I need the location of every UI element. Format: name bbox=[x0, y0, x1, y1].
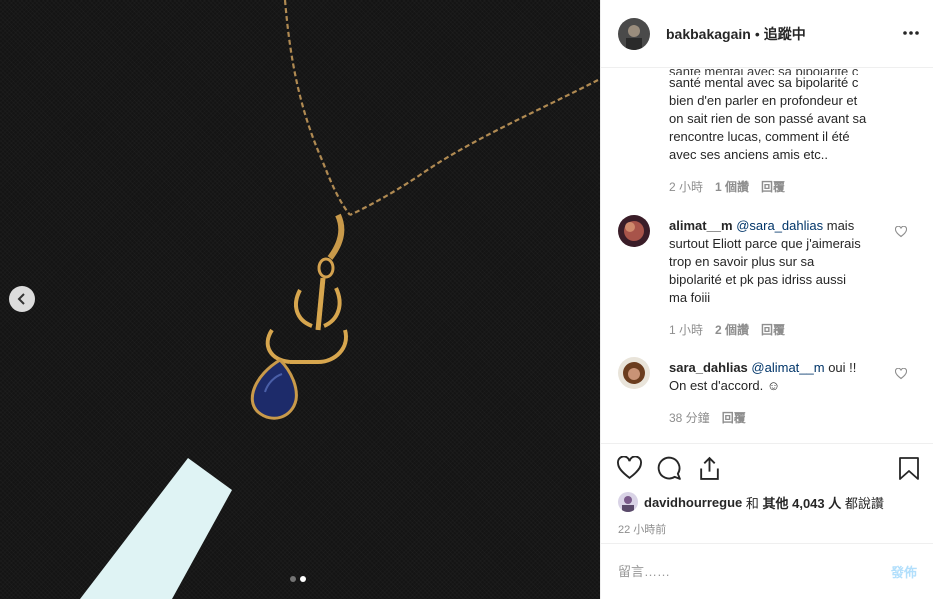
post-comment-button[interactable]: 發佈 bbox=[891, 562, 917, 581]
carousel-dot bbox=[290, 576, 296, 582]
save-button[interactable] bbox=[898, 456, 920, 486]
avatar[interactable] bbox=[618, 357, 650, 389]
comment-line: bien d'en parler en profondeur et bbox=[669, 93, 858, 108]
comment-item: sara_dahlias @alimat__m oui !! On est d'… bbox=[669, 359, 884, 426]
post-sidebar: bakbakagain • 追蹤中 santé mental avec sa b… bbox=[600, 0, 933, 599]
carousel-indicators bbox=[290, 576, 306, 582]
comment-input[interactable] bbox=[618, 564, 891, 579]
avatar[interactable] bbox=[618, 17, 650, 50]
reply-button[interactable]: 回覆 bbox=[761, 178, 785, 195]
comment-line: bipolarité et pk pas idriss aussi bbox=[669, 272, 847, 287]
comment-icon bbox=[657, 456, 681, 480]
likes-summary: davidhourregue 和 其他 4,043 人 都說讚 bbox=[618, 492, 884, 512]
heart-outline-icon bbox=[894, 225, 908, 238]
likes-connector: 和 bbox=[742, 495, 763, 511]
comment-first-line: alimat__m @sara_dahlias mais bbox=[669, 217, 884, 235]
post-header: bakbakagain • 追蹤中 bbox=[601, 0, 933, 68]
post-timestamp[interactable]: 22 小時前 bbox=[618, 521, 666, 537]
like-comment-button[interactable] bbox=[894, 225, 908, 243]
comment-likes[interactable]: 2 個讚 bbox=[715, 321, 749, 338]
comment-mention[interactable]: @alimat__m bbox=[751, 360, 824, 375]
comment-line: santé mental avec sa bipolarité c bbox=[669, 75, 859, 90]
comment-line: avec ses anciens amis etc.. bbox=[669, 147, 828, 162]
more-horizontal-icon bbox=[903, 31, 919, 35]
more-options-button[interactable] bbox=[902, 24, 920, 47]
avatar[interactable] bbox=[618, 215, 650, 247]
comment-item-continued: santé mental avec sa bipolarité c bien d… bbox=[669, 74, 909, 195]
add-comment-bar: 發佈 bbox=[601, 543, 933, 599]
share-icon bbox=[700, 456, 719, 480]
comment-mention[interactable]: @sara_dahlias bbox=[736, 218, 823, 233]
comment-line: ma foiii bbox=[669, 290, 711, 305]
following-button[interactable]: 追蹤中 bbox=[764, 24, 806, 44]
avatar[interactable] bbox=[618, 492, 638, 512]
carousel-prev-button[interactable] bbox=[9, 286, 35, 312]
comment-time[interactable]: 38 分鐘 bbox=[669, 409, 710, 426]
header-separator: • bbox=[754, 25, 760, 42]
heart-icon bbox=[617, 455, 642, 480]
comment-line: on sait rien de son passé avant sa bbox=[669, 111, 867, 126]
pendant-photo-art bbox=[80, 0, 599, 599]
comment-text: oui !! bbox=[824, 360, 857, 375]
comment-line: On est d'accord. ☺ bbox=[669, 378, 781, 393]
like-button[interactable] bbox=[617, 455, 642, 486]
comment-button[interactable] bbox=[657, 456, 682, 486]
comment-time[interactable]: 2 小時 bbox=[669, 178, 703, 195]
reply-button[interactable]: 回覆 bbox=[722, 409, 746, 426]
comment-meta: 38 分鐘 回覆 bbox=[669, 409, 884, 426]
chevron-left-icon bbox=[17, 293, 25, 305]
share-button[interactable] bbox=[697, 456, 722, 486]
carousel-dot-active bbox=[300, 576, 306, 582]
header-username[interactable]: bakbakagain bbox=[666, 26, 751, 42]
comment-line: surtout Eliott parce que j'aimerais bbox=[669, 236, 861, 251]
post-photo[interactable] bbox=[0, 0, 600, 599]
likes-count-link[interactable]: 其他 4,043 人 bbox=[762, 493, 841, 512]
likes-suffix: 都說讚 bbox=[841, 495, 884, 511]
bookmark-icon bbox=[899, 457, 919, 480]
comment-item: alimat__m @sara_dahlias mais surtout Eli… bbox=[669, 217, 884, 338]
heart-outline-icon bbox=[894, 367, 908, 380]
comment-username[interactable]: sara_dahlias bbox=[669, 360, 748, 375]
comment-line: rencontre lucas, comment il été bbox=[669, 129, 850, 144]
like-comment-button[interactable] bbox=[894, 367, 908, 385]
reply-button[interactable]: 回覆 bbox=[761, 321, 785, 338]
comment-time[interactable]: 1 小時 bbox=[669, 321, 703, 338]
comment-likes[interactable]: 1 個讚 bbox=[715, 178, 749, 195]
comment-meta: 1 小時 2 個讚 回覆 bbox=[669, 321, 884, 338]
comment-text: mais bbox=[823, 218, 855, 233]
comment-first-line: sara_dahlias @alimat__m oui !! bbox=[669, 359, 884, 377]
liker-username[interactable]: davidhourregue bbox=[644, 495, 742, 510]
comment-meta: 2 小時 1 個讚 回覆 bbox=[669, 178, 909, 195]
comment-line: trop en savoir plus sur sa bbox=[669, 254, 815, 269]
comment-username[interactable]: alimat__m bbox=[669, 218, 733, 233]
post-actions: davidhourregue 和 其他 4,043 人 都說讚 22 小時前 bbox=[601, 443, 933, 543]
comments-list[interactable]: santé mental avec sa bipolarité c santé … bbox=[601, 69, 933, 443]
